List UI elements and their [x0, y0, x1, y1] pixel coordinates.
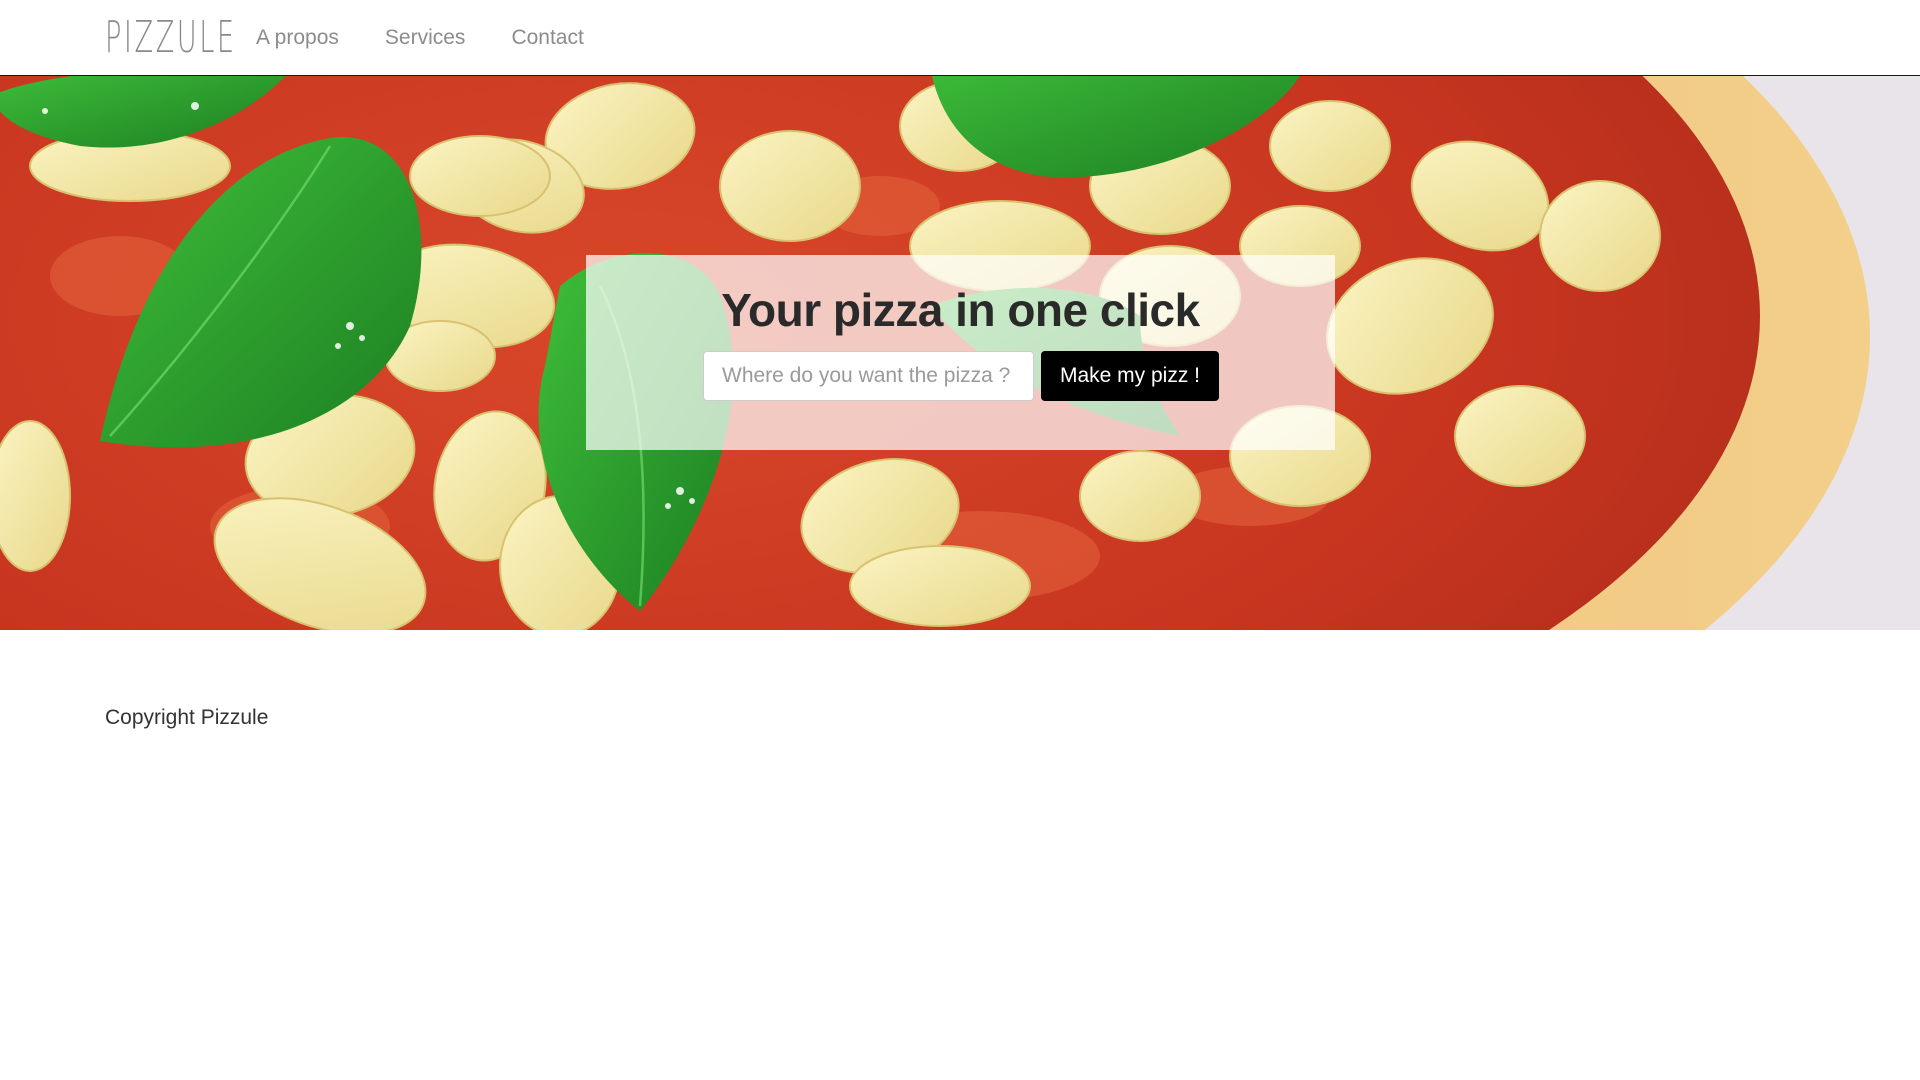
hero-title: Your pizza in one click [721, 284, 1200, 336]
nav-link-contact[interactable]: Contact [511, 26, 583, 50]
brand-logo[interactable]: PIZZULE [105, 12, 237, 64]
nav-link-a-propos[interactable]: A propos [256, 26, 339, 50]
nav-links: A propos Services Contact [256, 0, 630, 76]
hero-section: Your pizza in one click Make my pizz ! [0, 76, 1920, 630]
top-navbar: PIZZULE A propos Services Contact [0, 0, 1920, 76]
location-input[interactable] [703, 351, 1034, 401]
nav-link-services[interactable]: Services [385, 26, 466, 50]
make-pizza-button[interactable]: Make my pizz ! [1041, 351, 1219, 401]
hero-search-form: Make my pizz ! [703, 351, 1219, 401]
hero-search-panel: Your pizza in one click Make my pizz ! [586, 255, 1335, 450]
footer-copyright: Copyright Pizzule [105, 706, 269, 729]
